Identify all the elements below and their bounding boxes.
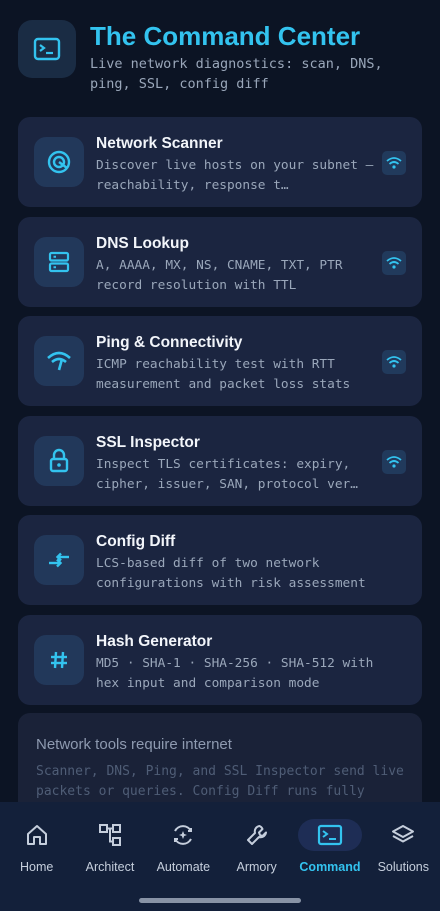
tool-description: Inspect TLS certificates: expiry, cipher…: [96, 456, 358, 492]
home-icon: [5, 819, 69, 851]
nav-item-armory[interactable]: Armory: [220, 802, 293, 911]
nav-label: Solutions: [377, 860, 430, 874]
terminal-icon: [297, 819, 362, 851]
tool-list: Network Scanner Discover live hosts on y…: [18, 117, 422, 714]
tool-description: Discover live hosts on your subnet — rea…: [96, 158, 374, 193]
nav-label: Armory: [236, 860, 277, 874]
tool-title: Config Diff: [96, 533, 176, 550]
tool-card-dns-lookup[interactable]: DNS Lookup A, AAAA, MX, NS, CNAME, TXT, …: [18, 216, 422, 307]
tool-description: MD5 · SHA-1 · SHA-256 · SHA-512 with hex…: [96, 655, 374, 691]
tool-card-hash-generator[interactable]: Hash Generator MD5 · SHA-1 · SHA-256 · S…: [18, 614, 422, 705]
nav-label: Command: [299, 860, 361, 874]
automate-icon: [151, 819, 215, 851]
wrench-icon: [225, 819, 289, 851]
tool-card-ping[interactable]: Ping & Connectivity ICMP reachability te…: [18, 316, 422, 406]
tool-title: DNS Lookup: [96, 234, 189, 252]
nav-item-command[interactable]: Command: [293, 802, 366, 911]
tool-description: LCS-based diff of two network configurat…: [96, 556, 366, 591]
tool-title: Hash Generator: [96, 632, 213, 650]
nav-item-home[interactable]: Home: [0, 802, 73, 911]
nav-label: Architect: [85, 860, 135, 874]
layers-icon: [371, 819, 435, 851]
gesture-bar[interactable]: [139, 898, 301, 903]
tool-card-config-diff[interactable]: Config Diff LCS-based diff of two networ…: [18, 515, 422, 605]
hash-icon: [34, 634, 84, 685]
nav-item-architect[interactable]: Architect: [73, 802, 146, 911]
compare-arrows-icon: [34, 535, 84, 585]
nav-item-solutions[interactable]: Solutions: [367, 802, 440, 911]
wifi-icon: [382, 350, 406, 374]
tool-description: ICMP reachability test with RTT measurem…: [96, 357, 351, 392]
tool-title: SSL Inspector: [96, 433, 200, 451]
wifi-icon: [382, 449, 406, 474]
radar-icon: [34, 137, 84, 187]
tool-description: A, AAAA, MX, NS, CNAME, TXT, PTR record …: [96, 257, 343, 293]
signal-icon: [34, 336, 84, 386]
tool-title: Network Scanner: [96, 135, 223, 152]
architect-icon: [78, 819, 142, 851]
nav-label: Home: [19, 860, 54, 874]
page-subtitle: Live network diagnostics: scan, DNS, pin…: [90, 56, 383, 92]
tool-title: Ping & Connectivity: [96, 334, 243, 351]
lock-icon: [34, 435, 84, 486]
tool-card-ssl-inspector[interactable]: SSL Inspector Inspect TLS certificates: …: [18, 415, 422, 506]
page-header: The Command Center Live network diagnost…: [18, 20, 428, 94]
wifi-icon: [382, 250, 406, 275]
page-title: The Command Center: [90, 21, 361, 51]
wifi-icon: [382, 151, 406, 175]
nav-item-automate[interactable]: Automate: [147, 802, 220, 911]
nav-label: Automate: [156, 860, 211, 874]
notice-title: Network tools require internet: [36, 736, 232, 753]
dns-icon: [34, 236, 84, 287]
terminal-icon: [18, 20, 76, 78]
tool-card-network-scanner[interactable]: Network Scanner Discover live hosts on y…: [18, 117, 422, 207]
bottom-navigation: Home Architect Automate Armory Command S…: [0, 802, 440, 911]
